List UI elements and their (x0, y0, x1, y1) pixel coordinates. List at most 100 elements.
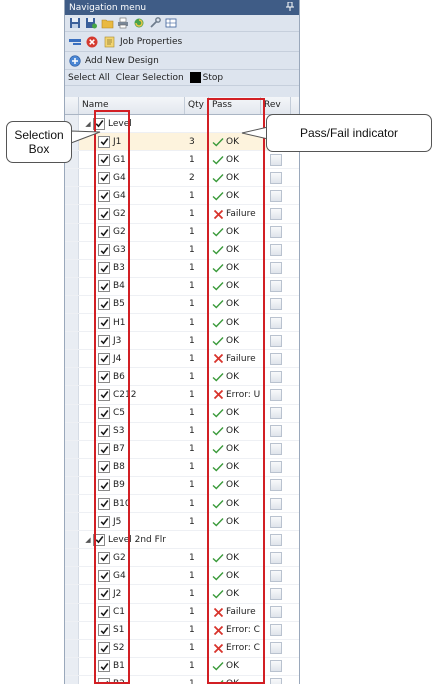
add-new-design-button[interactable]: Add New Design (85, 56, 159, 66)
job-properties-icon[interactable] (102, 35, 116, 49)
row-gutter (65, 657, 79, 675)
select-all-button[interactable]: Select All (68, 73, 110, 83)
rev-button[interactable] (270, 262, 282, 275)
panel-title: Navigation menu (69, 2, 147, 13)
row-gutter (65, 567, 79, 585)
secondary-toolbar: Job Properties (65, 32, 299, 52)
row-gutter (65, 549, 79, 567)
grid-icon[interactable] (164, 16, 178, 30)
rev-button[interactable] (270, 461, 282, 474)
stop-icon (189, 72, 201, 83)
qty-cell: 1 (189, 588, 195, 599)
qty-cell: 1 (189, 281, 195, 292)
rev-button[interactable] (270, 334, 282, 347)
rev-button[interactable] (270, 388, 282, 401)
save-icon[interactable] (68, 16, 82, 30)
rev-cell (261, 479, 291, 492)
rev-button[interactable] (270, 678, 282, 684)
qty-cell: 1 (189, 299, 195, 310)
rev-button[interactable] (270, 533, 282, 546)
open-folder-icon[interactable] (100, 16, 114, 30)
rev-button[interactable] (270, 425, 282, 438)
rev-cell (261, 262, 291, 275)
pin-icon[interactable] (286, 1, 294, 14)
rev-button[interactable] (270, 515, 282, 528)
rev-button[interactable] (270, 587, 282, 600)
main-toolbar (65, 15, 299, 32)
rev-cell (261, 569, 291, 582)
rev-button[interactable] (270, 606, 282, 619)
row-gutter (65, 277, 79, 295)
rev-button[interactable] (270, 569, 282, 582)
rev-button[interactable] (270, 244, 282, 257)
rev-cell (261, 189, 291, 202)
row-gutter (65, 259, 79, 277)
rev-button[interactable] (270, 497, 282, 510)
collapse-icon[interactable] (68, 35, 82, 49)
qty-cell: 3 (189, 136, 195, 147)
rev-button[interactable] (270, 479, 282, 492)
rev-button[interactable] (270, 153, 282, 166)
rev-button[interactable] (270, 642, 282, 655)
column-header-qty[interactable]: Qty (185, 97, 209, 114)
qty-cell: 1 (189, 371, 195, 382)
rev-button[interactable] (270, 660, 282, 673)
job-properties-button[interactable]: Job Properties (120, 37, 182, 47)
wrench-icon[interactable] (148, 16, 162, 30)
rev-cell (261, 678, 291, 684)
qty-cell: 1 (189, 516, 195, 527)
qty-cell: 1 (189, 209, 195, 220)
rev-cell (261, 280, 291, 293)
rev-cell (261, 533, 291, 546)
rev-button[interactable] (270, 624, 282, 637)
selection-box-callout: Selection Box (6, 121, 72, 163)
qty-cell: 1 (189, 570, 195, 581)
qty-cell: 1 (189, 498, 195, 509)
rev-cell (261, 226, 291, 239)
rev-cell (261, 497, 291, 510)
header-gutter (65, 97, 79, 114)
rev-cell (261, 660, 291, 673)
refresh-icon[interactable] (132, 16, 146, 30)
column-header-rev[interactable]: Rev (261, 97, 291, 114)
row-gutter (65, 187, 79, 205)
row-gutter (65, 476, 79, 494)
print-icon[interactable] (116, 16, 130, 30)
stop-button[interactable]: Stop (189, 72, 224, 83)
qty-cell: 1 (189, 607, 195, 618)
expand-triangle-icon[interactable]: ◢ (83, 536, 93, 544)
rev-button[interactable] (270, 208, 282, 221)
rev-button[interactable] (270, 551, 282, 564)
clear-selection-button[interactable]: Clear Selection (116, 73, 184, 83)
selection-toolbar: Select All Clear Selection Stop (65, 70, 299, 86)
stop-label: Stop (202, 73, 224, 83)
rev-button[interactable] (270, 316, 282, 329)
rev-cell (261, 316, 291, 329)
qty-cell: 1 (189, 190, 195, 201)
delete-icon[interactable] (85, 35, 99, 49)
row-gutter (65, 639, 79, 657)
row-gutter (65, 621, 79, 639)
row-gutter (65, 295, 79, 314)
rev-cell (261, 407, 291, 420)
rev-button[interactable] (270, 352, 282, 365)
row-gutter (65, 350, 79, 368)
row-gutter (65, 458, 79, 476)
rev-button[interactable] (270, 226, 282, 239)
qty-cell: 1 (189, 426, 195, 437)
save-as-icon[interactable] (84, 16, 98, 30)
rev-button[interactable] (270, 298, 282, 311)
expand-triangle-icon[interactable]: ◢ (83, 120, 93, 128)
title-bar: Navigation menu (65, 0, 299, 15)
add-icon[interactable] (68, 54, 82, 68)
rev-button[interactable] (270, 407, 282, 420)
rev-button[interactable] (270, 189, 282, 202)
rev-button[interactable] (270, 443, 282, 456)
rev-button[interactable] (270, 280, 282, 293)
rev-button[interactable] (270, 171, 282, 184)
selection-box-highlight (94, 110, 130, 684)
rev-cell (261, 551, 291, 564)
rev-cell (261, 587, 291, 600)
row-gutter (65, 386, 79, 404)
rev-button[interactable] (270, 370, 282, 383)
